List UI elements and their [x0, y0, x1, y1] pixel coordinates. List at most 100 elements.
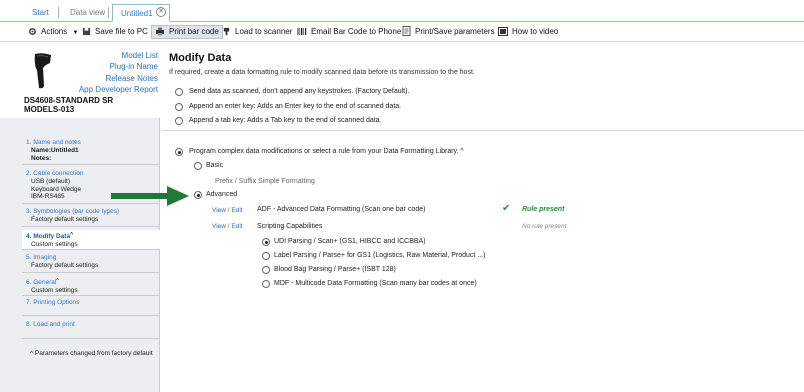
tab-bar: Start Data view Untitled1 ✕: [0, 0, 804, 22]
step-detail: Factory default settings: [31, 216, 99, 223]
step-title: 1. Name and notes: [26, 139, 81, 146]
radio-complex-modifications[interactable]: [175, 148, 183, 156]
option-udi-parsing: UDI Parsing / Scan+ (GS1, HIBCC and ICCB…: [274, 238, 426, 245]
tab-separator: [108, 7, 109, 18]
step-load-and-print[interactable]: 8. Load and print: [26, 321, 158, 329]
app-developer-report-link[interactable]: App Developer Report: [79, 84, 158, 95]
option-mdf: MDF - Multicode Data Formatting (Scan ma…: [274, 280, 477, 287]
scripting-view-edit-link[interactable]: View / Edit: [212, 223, 243, 230]
radio-blood-bag-parsing[interactable]: [262, 266, 270, 274]
divider: [22, 315, 160, 316]
step-symbologies[interactable]: 3. Symbologies (bar code types) Factory …: [26, 208, 158, 224]
option-basic: Basic: [206, 162, 224, 169]
device-info: Model List Plug-in Name Release Notes Ap…: [0, 42, 160, 118]
left-panel: Model List Plug-in Name Release Notes Ap…: [0, 42, 160, 392]
step-title: 2. Cable connection: [26, 170, 84, 177]
option-label-parsing: Label Parsing / Parse+ for GS1 (Logistic…: [274, 252, 486, 259]
model-links: Model List Plug-in Name Release Notes Ap…: [79, 50, 158, 95]
step-general[interactable]: 6. General^ Custom settings: [26, 277, 158, 295]
save-file-label: Save file to PC: [95, 27, 148, 36]
option-complex-modifications: Program complex data modifications or se…: [189, 148, 464, 155]
adf-status: Rule present: [522, 206, 565, 213]
tab-start[interactable]: Start: [24, 4, 57, 22]
page-hint: If required, create a data formatting ru…: [169, 69, 475, 76]
scanner-image: [32, 52, 54, 92]
step-detail: Factory default settings: [31, 262, 99, 269]
option-blood-bag-parsing: Blood Bag Parsing / Parse+ (ISBT 128): [274, 266, 396, 273]
divider: [22, 249, 160, 250]
email-bar-code-label: Email Bar Code to Phone: [311, 27, 402, 36]
step-title: 6. General^: [26, 278, 59, 286]
divider: [22, 338, 160, 339]
option-append-enter: Append an enter key: Adds an Enter key t…: [189, 103, 402, 110]
scanner-icon: [222, 27, 231, 41]
step-detail: USB (default): [31, 178, 71, 185]
print-bar-code-label: Print bar code: [169, 27, 219, 36]
step-imaging[interactable]: 5. Imaging Factory default settings: [26, 254, 158, 270]
scripting-label: Scripting Capabilities: [257, 223, 323, 230]
option-advanced: Advanced: [206, 191, 238, 198]
radio-append-tab[interactable]: [175, 117, 183, 125]
load-to-scanner-label: Load to scanner: [235, 27, 293, 36]
divider: [22, 272, 160, 273]
divider: [22, 295, 160, 296]
email-bar-code-button[interactable]: Email Bar Code to Phone: [297, 25, 401, 39]
chevron-down-icon: ▼: [72, 30, 79, 36]
step-title: 3. Symbologies (bar code types): [26, 208, 120, 215]
print-bar-code-button[interactable]: Print bar code: [151, 25, 223, 39]
email-barcode-icon: [297, 27, 307, 41]
page-title: Modify Data: [169, 52, 232, 64]
step-title: 7. Printing Options: [26, 299, 80, 306]
annotation-arrow: [111, 186, 189, 208]
step-title: 8. Load and print: [26, 321, 75, 328]
device-name: DS4608-STANDARD SR MODELS-013: [24, 96, 113, 114]
option-send-as-scanned: Send data as scanned, don't append any k…: [189, 88, 410, 95]
radio-label-parsing[interactable]: [262, 252, 270, 260]
radio-basic[interactable]: [194, 162, 202, 170]
adf-view-edit-link[interactable]: View / Edit: [212, 207, 243, 214]
release-notes-link[interactable]: Release Notes: [79, 73, 158, 84]
how-to-video-button[interactable]: How to video: [498, 25, 558, 39]
footnote: ^ Parameters changed from factory defaul…: [30, 350, 153, 357]
radio-append-enter[interactable]: [175, 103, 183, 111]
save-file-button[interactable]: Save file to PC: [82, 25, 148, 39]
tab-separator: [58, 7, 59, 18]
check-icon: ✔: [502, 203, 511, 214]
tab-data-view[interactable]: Data view: [62, 4, 113, 22]
radio-advanced[interactable]: [194, 191, 202, 199]
gear-icon: [28, 27, 37, 41]
document-icon: [402, 26, 411, 41]
printer-icon: [155, 27, 165, 40]
option-append-tab: Append a tab key: Adds a Tab key to the …: [189, 117, 382, 124]
prefix-suffix-text: Prefix / Suffix Simple Formatting: [215, 178, 315, 185]
adf-label: ADF - Advanced Data Formatting (Scan one…: [257, 206, 426, 213]
load-to-scanner-button[interactable]: Load to scanner: [222, 25, 292, 39]
radio-mdf[interactable]: [262, 280, 270, 288]
main-content: Modify Data If required, create a data f…: [161, 42, 804, 392]
current-step-chevron: [147, 230, 160, 250]
print-save-parameters-button[interactable]: Print/Save parameters: [402, 25, 495, 39]
device-name-line2: MODELS-013: [24, 105, 75, 114]
model-list-link[interactable]: Model List: [79, 50, 158, 61]
step-detail: Custom settings: [31, 287, 78, 294]
step-detail: Name:Untitled1: [31, 147, 79, 154]
radio-send-as-scanned[interactable]: [175, 88, 183, 96]
step-modify-data[interactable]: 4. Modify Data^ Custom settings: [26, 231, 158, 249]
step-name-and-notes[interactable]: 1. Name and notes Name:Untitled1 Notes:: [26, 139, 158, 162]
step-detail: Notes:: [31, 154, 52, 162]
plug-in-name-link[interactable]: Plug-in Name: [79, 61, 158, 72]
how-to-video-label: How to video: [512, 27, 559, 36]
video-icon: [498, 27, 508, 41]
actions-menu[interactable]: Actions ▼: [28, 25, 78, 39]
print-save-parameters-label: Print/Save parameters: [415, 27, 495, 36]
close-icon[interactable]: ✕: [156, 7, 166, 17]
divider: [22, 226, 160, 227]
radio-udi-parsing[interactable]: [262, 238, 270, 246]
save-icon: [82, 27, 91, 41]
step-printing-options[interactable]: 7. Printing Options: [26, 299, 158, 307]
step-title: 5. Imaging: [26, 254, 57, 261]
divider: [22, 164, 160, 165]
step-title: 4. Modify Data^: [26, 232, 73, 240]
divider: [161, 130, 804, 131]
scripting-status: No rule present: [522, 223, 567, 230]
